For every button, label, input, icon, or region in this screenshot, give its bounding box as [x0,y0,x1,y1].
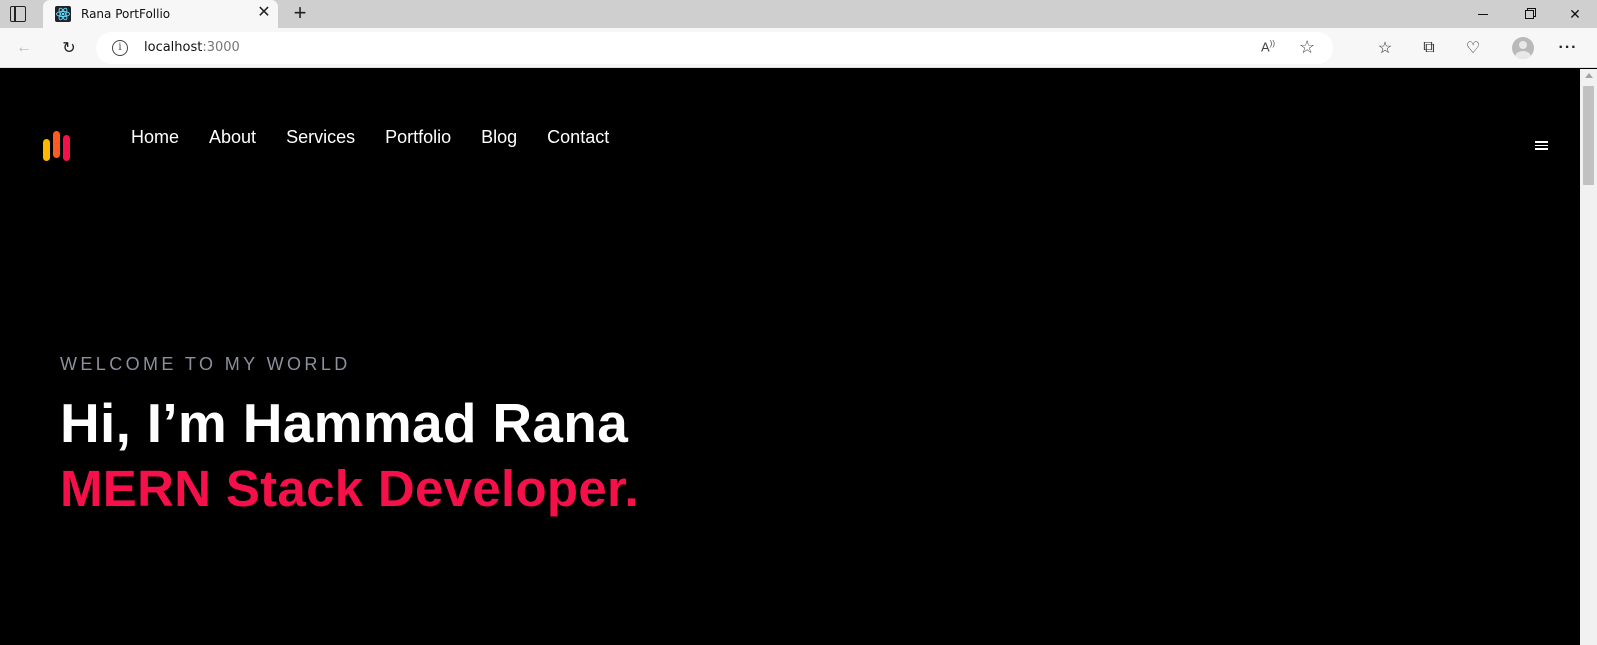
browser-essentials-icon[interactable]: ♡ [1461,36,1485,60]
nav-blog[interactable]: Blog [481,127,517,148]
close-tab-icon[interactable]: ✕ [256,5,272,21]
avatar-icon [1512,37,1534,59]
address-port: :3000 [202,40,240,55]
logo-bar-yellow [43,139,50,161]
main-nav: Home About Services Portfolio Blog Conta… [131,127,639,148]
site-logo[interactable] [43,131,71,161]
nav-about[interactable]: About [209,127,256,148]
logo-bar-red [63,135,70,161]
address-host: localhost [144,40,203,55]
more-menu-icon[interactable]: ··· [1556,36,1580,60]
nav-home[interactable]: Home [131,127,179,148]
read-aloud-icon[interactable]: A)) [1261,39,1275,54]
window-close-button[interactable]: ✕ [1552,0,1597,28]
page-viewport: Home About Services Portfolio Blog Conta… [0,69,1580,645]
site-info-icon[interactable]: i [112,40,128,56]
scroll-up-arrow-icon[interactable] [1585,73,1593,78]
back-arrow-icon[interactable]: ← [12,36,36,60]
collections-icon[interactable]: ⧉ [1417,36,1441,60]
hamburger-menu-icon[interactable] [1535,141,1548,152]
tab-title: Rana PortFollio [81,7,171,21]
reload-icon[interactable]: ↻ [57,36,81,60]
hero-title: Hi, I’m Hammad Rana [60,392,629,454]
react-favicon-icon [55,6,71,22]
browser-tab[interactable]: Rana PortFollio ✕ [43,0,278,28]
window-minimize-button[interactable] [1460,0,1506,28]
hero-role: MERN Stack Developer. [60,460,639,517]
tab-actions-icon[interactable] [10,6,26,22]
address-bar[interactable]: i localhost:3000 A)) ☆ [96,32,1333,64]
profile-avatar[interactable] [1511,36,1535,60]
browser-toolbar: ← ↻ i localhost:3000 A)) ☆ ☆ ⧉ ♡ ··· [0,28,1597,68]
nav-contact[interactable]: Contact [547,127,609,148]
nav-portfolio[interactable]: Portfolio [385,127,451,148]
nav-services[interactable]: Services [286,127,355,148]
scroll-thumb[interactable] [1583,86,1594,185]
new-tab-icon[interactable]: + [290,2,310,24]
favorites-icon[interactable]: ☆ [1373,36,1397,60]
page-scrollbar[interactable] [1580,69,1597,645]
browser-tab-strip: Rana PortFollio ✕ + ✕ [0,0,1597,28]
window-restore-button[interactable] [1506,0,1552,28]
add-favorite-icon[interactable]: ☆ [1299,37,1315,58]
logo-bar-orange [53,131,60,158]
hero-welcome: WELCOME TO MY WORLD [60,354,351,374]
address-url[interactable]: localhost:3000 [144,40,240,55]
